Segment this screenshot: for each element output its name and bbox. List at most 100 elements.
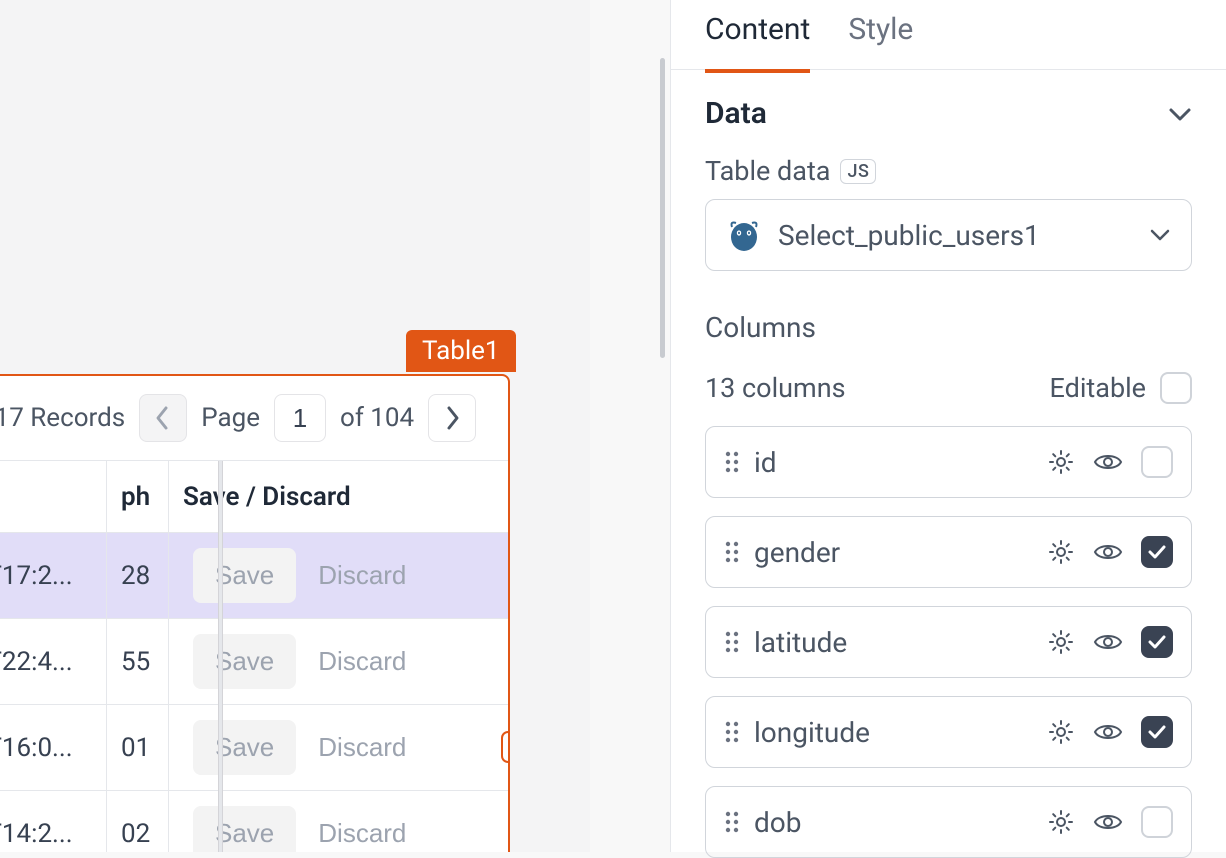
table-row[interactable]: -31T22:4...55 Save Discard: [0, 619, 508, 705]
column-settings-button[interactable]: [1047, 808, 1075, 836]
drag-handle[interactable]: [724, 629, 740, 655]
editable-checkbox[interactable]: [1160, 372, 1192, 404]
drag-handle-icon: [724, 629, 740, 655]
chevron-right-icon: [442, 404, 462, 432]
table-widget[interactable]: 517 Records Page of 104 ph Save / Discar…: [0, 374, 510, 852]
next-page-button[interactable]: [428, 394, 476, 442]
property-panel: Content Style Data Table data JS Select_…: [670, 0, 1226, 852]
column-name: id: [754, 446, 1033, 479]
save-button[interactable]: Save: [193, 548, 296, 603]
column-name: longitude: [754, 716, 1033, 749]
columns-count: 13 columns: [705, 372, 846, 404]
eye-icon: [1093, 631, 1123, 653]
table-cell[interactable]: -31T22:4...: [0, 619, 107, 704]
table-data-select[interactable]: Select_public_users1: [705, 199, 1192, 271]
section-header-data[interactable]: Data: [705, 96, 1192, 131]
panel-tabs: Content Style: [671, 0, 1226, 70]
column-visibility-button[interactable]: [1093, 811, 1123, 833]
eye-icon: [1093, 541, 1123, 563]
table-cell[interactable]: -09T17:2...: [0, 533, 107, 618]
canvas-area: Table1 517 Records Page of 104 ph Save /…: [0, 0, 590, 852]
drag-handle[interactable]: [724, 719, 740, 745]
table-cell-actions: Save Discard: [169, 533, 459, 618]
table-cell-actions: Save Discard: [169, 705, 459, 790]
table-data-value: Select_public_users1: [778, 219, 1133, 252]
table-row[interactable]: -19T14:2...02 Save Discard: [0, 791, 508, 852]
table-cell[interactable]: 55: [107, 619, 169, 704]
editable-label: Editable: [1050, 372, 1146, 404]
postgres-icon: [726, 217, 762, 253]
records-count: 517 Records: [0, 403, 125, 433]
column-item[interactable]: longitude: [705, 696, 1192, 768]
discard-button[interactable]: Discard: [318, 560, 406, 591]
column-editable-checkbox[interactable]: [1141, 716, 1173, 748]
discard-button[interactable]: Discard: [318, 818, 406, 849]
eye-icon: [1093, 811, 1123, 833]
column-item[interactable]: id: [705, 426, 1192, 498]
discard-button[interactable]: Discard: [318, 646, 406, 677]
save-button[interactable]: Save: [193, 806, 296, 852]
drag-handle[interactable]: [724, 539, 740, 565]
table-cell[interactable]: 01: [107, 705, 169, 790]
table-cell-actions: Save Discard: [169, 791, 459, 852]
column-visibility-button[interactable]: [1093, 721, 1123, 743]
js-toggle-badge[interactable]: JS: [840, 159, 876, 184]
column-settings-button[interactable]: [1047, 538, 1075, 566]
tab-content[interactable]: Content: [705, 0, 810, 73]
column-visibility-button[interactable]: [1093, 541, 1123, 563]
column-item[interactable]: dob: [705, 786, 1192, 858]
table-row[interactable]: -09T17:2...28 Save Discard: [0, 533, 508, 619]
column-visibility-button[interactable]: [1093, 451, 1123, 473]
horizontal-scroll-handle[interactable]: [501, 731, 510, 763]
widget-name-tag[interactable]: Table1: [406, 330, 516, 372]
table-header-cell[interactable]: ph: [107, 461, 169, 532]
gear-icon: [1047, 718, 1075, 746]
drag-handle-icon: [724, 809, 740, 835]
table-row[interactable]: -10T16:0...01 Save Discard: [0, 705, 508, 791]
chevron-left-icon: [153, 404, 173, 432]
gear-icon: [1047, 448, 1075, 476]
drag-handle-icon: [724, 449, 740, 475]
column-settings-button[interactable]: [1047, 628, 1075, 656]
panel-scrollbar[interactable]: [660, 58, 665, 358]
chevron-down-icon: [1168, 106, 1192, 122]
table-header-cell[interactable]: [0, 461, 107, 532]
gear-icon: [1047, 808, 1075, 836]
table-grid: ph Save / Discard -09T17:2...28 Save Disca…: [0, 460, 508, 852]
drag-handle-icon: [724, 719, 740, 745]
prev-page-button[interactable]: [139, 394, 187, 442]
pagination-bar: 517 Records Page of 104: [0, 376, 508, 460]
column-editable-checkbox[interactable]: [1141, 446, 1173, 478]
column-name: latitude: [754, 626, 1033, 659]
column-editable-checkbox[interactable]: [1141, 806, 1173, 838]
eye-icon: [1093, 451, 1123, 473]
table-cell[interactable]: 28: [107, 533, 169, 618]
tab-style[interactable]: Style: [848, 0, 913, 69]
table-cell[interactable]: -19T14:2...: [0, 791, 107, 852]
column-name: gender: [754, 536, 1033, 569]
column-editable-checkbox[interactable]: [1141, 536, 1173, 568]
drag-handle[interactable]: [724, 449, 740, 475]
column-item[interactable]: gender: [705, 516, 1192, 588]
column-item[interactable]: latitude: [705, 606, 1192, 678]
table-cell[interactable]: -10T16:0...: [0, 705, 107, 790]
table-cell-actions: Save Discard: [169, 619, 459, 704]
save-button[interactable]: Save: [193, 720, 296, 775]
table-header-cell[interactable]: Save / Discard: [169, 461, 459, 532]
discard-button[interactable]: Discard: [318, 732, 406, 763]
drag-handle-icon: [724, 539, 740, 565]
page-label: Page: [201, 403, 260, 433]
drag-handle[interactable]: [724, 809, 740, 835]
gear-icon: [1047, 538, 1075, 566]
column-resize-handle[interactable]: [218, 461, 223, 852]
table-header-row: ph Save / Discard: [0, 461, 508, 533]
page-input[interactable]: [274, 394, 326, 442]
save-button[interactable]: Save: [193, 634, 296, 689]
table-cell[interactable]: 02: [107, 791, 169, 852]
chevron-down-icon: [1149, 228, 1171, 242]
column-name: dob: [754, 806, 1033, 839]
column-settings-button[interactable]: [1047, 448, 1075, 476]
column-settings-button[interactable]: [1047, 718, 1075, 746]
column-visibility-button[interactable]: [1093, 631, 1123, 653]
column-editable-checkbox[interactable]: [1141, 626, 1173, 658]
